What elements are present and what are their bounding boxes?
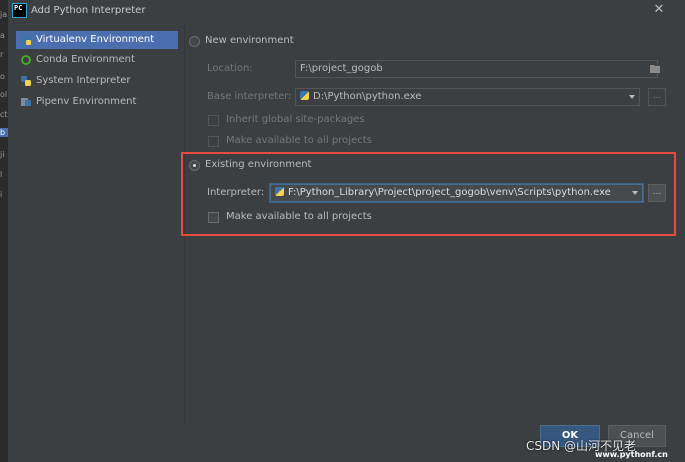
strip-text: a xyxy=(0,31,5,40)
sidebar-item-conda[interactable]: Conda Environment xyxy=(16,51,178,69)
pycharm-logo-icon: PC xyxy=(12,3,27,18)
strip-text: ji xyxy=(0,150,5,159)
title-bar: PC Add Python Interpreter ✕ xyxy=(8,0,685,24)
background-ide-strip: ja a r o ol ct b ji l i xyxy=(0,0,8,462)
existing-environment-label: Existing environment xyxy=(205,159,312,170)
inherit-site-packages-label: Inherit global site-packages xyxy=(226,114,365,125)
strip-text: b xyxy=(0,128,8,137)
add-python-interpreter-dialog: PC Add Python Interpreter ✕ Virtualenv E… xyxy=(8,0,685,462)
strip-text: r xyxy=(0,50,4,59)
strip-text: ol xyxy=(0,90,8,99)
new-environment-label: New environment xyxy=(205,35,294,46)
sidebar-item-system[interactable]: System Interpreter xyxy=(16,72,178,90)
interpreter-browse-button[interactable]: ... xyxy=(648,184,666,202)
existing-env-make-available-checkbox[interactable] xyxy=(208,212,219,223)
sidebar-item-label: System Interpreter xyxy=(36,75,131,86)
existing-environment-radio[interactable] xyxy=(189,160,200,171)
interpreter-dropdown[interactable]: F:\Python_Library\Project\project_gogob\… xyxy=(270,184,643,202)
python-icon xyxy=(275,187,284,196)
strip-text: l xyxy=(0,170,3,179)
virtualenv-icon xyxy=(21,35,31,45)
base-interpreter-browse-button[interactable]: ... xyxy=(648,88,666,106)
sidebar-item-label: Conda Environment xyxy=(36,54,135,65)
sidebar-item-label: Pipenv Environment xyxy=(36,96,137,107)
base-interpreter-label: Base interpreter: xyxy=(207,91,292,102)
new-environment-radio[interactable] xyxy=(189,36,200,47)
environment-type-list: Virtualenv Environment Conda Environment… xyxy=(8,29,186,462)
site-watermark: www.pythonf.cn xyxy=(595,450,668,459)
location-label: Location: xyxy=(207,63,253,74)
base-interpreter-dropdown[interactable]: D:\Python\python.exe xyxy=(295,88,640,106)
interpreter-label: Interpreter: xyxy=(207,187,265,198)
python-icon xyxy=(300,91,309,100)
strip-text: ct xyxy=(0,110,8,119)
new-env-make-available-checkbox[interactable] xyxy=(208,136,219,147)
python-icon xyxy=(21,76,31,86)
chevron-down-icon xyxy=(632,191,638,195)
existing-env-make-available-label: Make available to all projects xyxy=(226,211,372,222)
strip-text: i xyxy=(0,190,3,199)
inherit-site-packages-checkbox[interactable] xyxy=(208,115,219,126)
location-value: F:\project_gogob xyxy=(300,63,383,74)
chevron-down-icon xyxy=(629,95,635,99)
base-interpreter-value: D:\Python\python.exe xyxy=(313,91,422,102)
sidebar-item-virtualenv[interactable]: Virtualenv Environment xyxy=(16,31,178,49)
folder-icon[interactable] xyxy=(650,64,660,73)
location-field[interactable]: F:\project_gogob xyxy=(295,60,658,78)
strip-text: o xyxy=(0,72,5,81)
close-button[interactable]: ✕ xyxy=(652,3,666,17)
new-env-make-available-label: Make available to all projects xyxy=(226,135,372,146)
sidebar-item-pipenv[interactable]: Pipenv Environment xyxy=(16,93,178,111)
sidebar-item-label: Virtualenv Environment xyxy=(36,34,155,45)
conda-icon xyxy=(21,55,31,65)
pipenv-icon xyxy=(21,98,31,106)
strip-text: ja xyxy=(0,10,8,19)
dialog-title: Add Python Interpreter xyxy=(31,5,146,16)
interpreter-value: F:\Python_Library\Project\project_gogob\… xyxy=(288,187,611,198)
